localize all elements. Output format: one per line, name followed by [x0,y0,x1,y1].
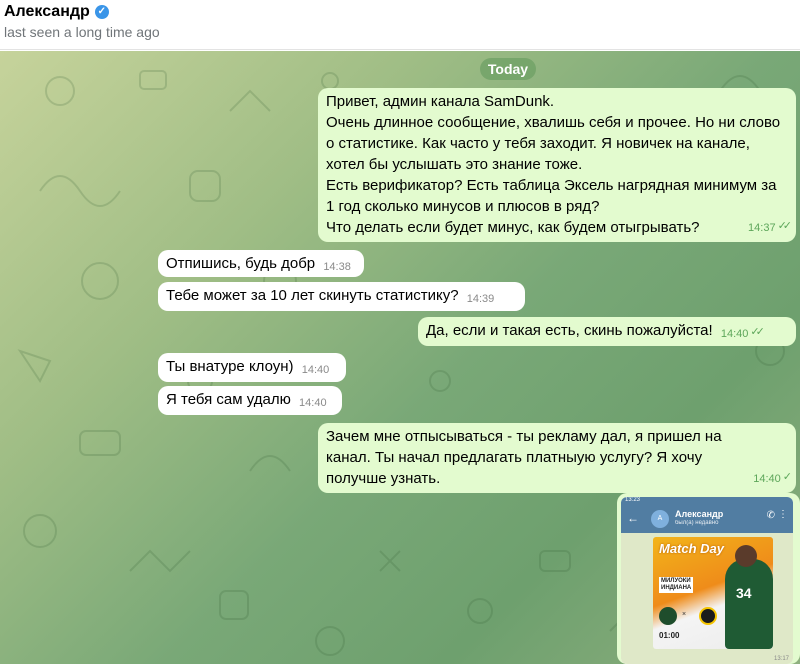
contact-name-row[interactable]: Александр ✓ [4,3,109,21]
phone-icon: ✆ [766,510,775,521]
incoming-message[interactable]: Ты внатуре клоун) 14:40 [158,353,346,382]
message-time: 14:40 [301,364,330,376]
message-text: Привет, админ канала SamDunk. Очень длин… [326,93,781,236]
poster-time: 01:00 [659,631,680,640]
player-image [725,559,773,649]
team-logo-icon [699,607,717,625]
message-text: Тебе может за 10 лет скинуть статистику? [166,287,459,304]
screenshot-image: 13:23 ← А Александр был(а) недавно ✆ ⋮ M… [621,497,793,664]
match-poster: Match Day МИЛУОКИ ИНДИАНА × 34 01:00 [653,537,773,649]
screenshot-meta: 13:17 [773,656,789,662]
outgoing-message[interactable]: Привет, админ канала SamDunk. Очень длин… [318,88,796,242]
message-time: 14:37 [748,222,776,234]
avatar: А [651,510,669,528]
double-check-icon: ✓✓ [777,220,793,232]
message-time: 14:39 [466,293,495,305]
chat-area: Today Привет, админ канала SamDunk. Очен… [0,51,800,664]
outgoing-message[interactable]: Зачем мне отпысываться - ты рекламу дал,… [318,423,796,493]
screenshot-contact-name: Александр [675,509,724,519]
screenshot-chat-body: Match Day МИЛУОКИ ИНДИАНА × 34 01:00 13:… [621,533,793,664]
message-text: Я тебя сам удалю [166,391,291,408]
contact-status: last seen a long time ago [4,24,160,40]
date-separator: Today [480,58,536,80]
screenshot-header: 13:23 ← А Александр был(а) недавно ✆ ⋮ [621,497,793,533]
incoming-message[interactable]: Я тебя сам удалю 14:40 [158,386,342,415]
poster-teams: МИЛУОКИ ИНДИАНА [659,577,694,593]
back-arrow-icon: ← [627,511,639,525]
incoming-message[interactable]: Отпишись, будь добр 14:38 [158,250,364,277]
incoming-message[interactable]: Тебе может за 10 лет скинуть статистику?… [158,282,525,311]
poster-title: Match Day [659,541,725,556]
jersey-number: 34 [736,585,752,601]
message-time: 14:40 [299,397,327,409]
message-meta: 14:40 ✓ [749,465,792,490]
message-meta: 14:37 ✓✓ [744,214,793,239]
screenshot-contact-status: был(а) недавно [675,520,719,526]
team-logo-icon [659,607,677,625]
message-text: Зачем мне отпысываться - ты рекламу дал,… [326,428,722,487]
message-text: Отпишись, будь добр [166,255,316,272]
message-time: 14:38 [323,261,351,273]
message-time: 14:40 [720,328,749,340]
check-icon: ✓ [782,471,792,483]
message-time: 14:40 [753,473,781,485]
message-text: Ты внатуре клоун) [166,358,294,375]
screenshot-status-time: 13:23 [625,497,641,503]
message-text: Да, если и такая есть, скинь пожалуйста! [426,322,713,339]
contact-name[interactable]: Александр [4,3,90,21]
photo-message[interactable]: 13:23 ← А Александр был(а) недавно ✆ ⋮ M… [617,493,800,664]
verified-icon: ✓ [94,5,109,19]
player-head [735,545,757,567]
more-icon: ⋮ [778,509,788,520]
double-check-icon: ✓✓ [750,326,765,338]
chat-header: Александр ✓ last seen a long time ago [0,0,800,50]
outgoing-message[interactable]: Да, если и такая есть, скинь пожалуйста!… [418,317,796,346]
